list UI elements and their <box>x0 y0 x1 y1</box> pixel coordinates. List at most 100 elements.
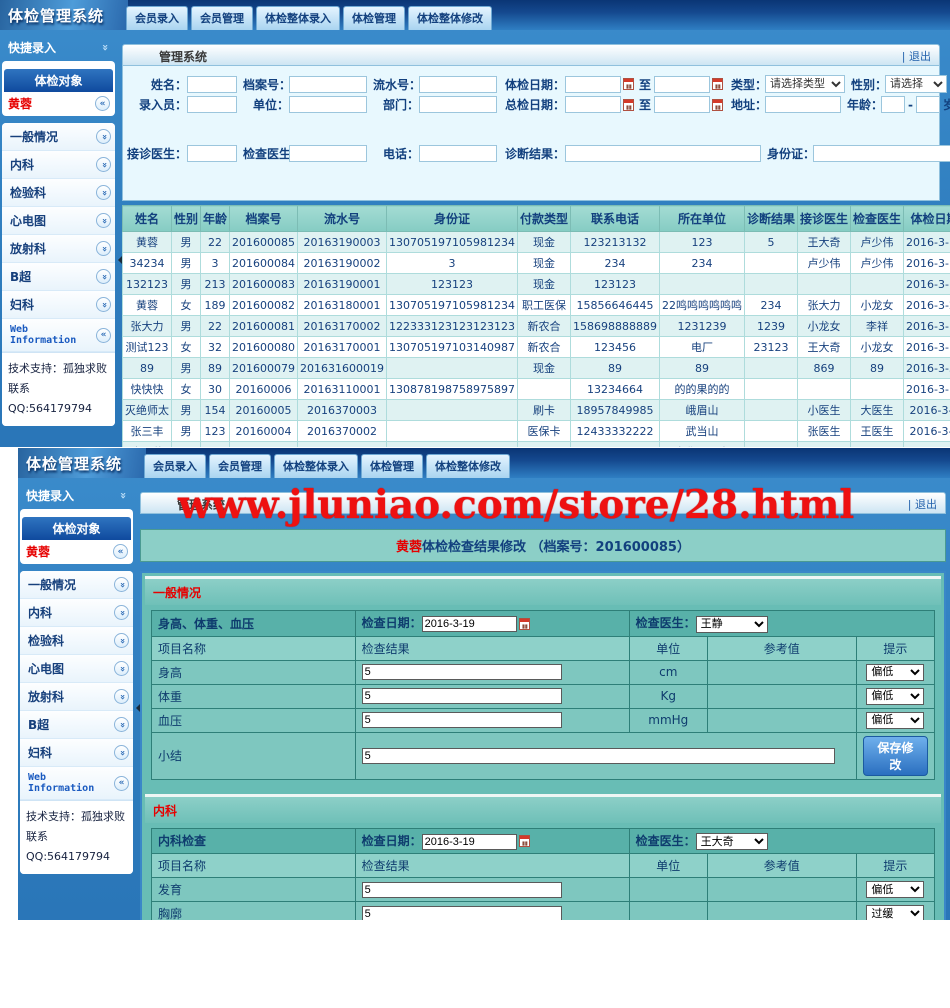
doctor-select[interactable]: 王静 <box>696 616 768 633</box>
member-item[interactable]: 黄蓉 « <box>22 540 131 562</box>
sidebar-item[interactable]: 一般情况» <box>2 123 115 151</box>
sidebar-item[interactable]: 检验科» <box>2 179 115 207</box>
nav-tab[interactable]: 会员管理 <box>209 454 271 478</box>
chevron-double-down-icon[interactable]: » <box>114 717 129 732</box>
nav-tab[interactable]: 体检整体录入 <box>274 454 358 478</box>
chevron-double-down-icon[interactable]: » <box>96 157 111 172</box>
nav-tab[interactable]: 体检整体录入 <box>256 6 340 30</box>
chevron-double-down-icon[interactable]: » <box>114 661 129 676</box>
serial-no-input[interactable] <box>419 76 497 93</box>
summary-input[interactable] <box>362 748 835 764</box>
entry-clerk-input[interactable] <box>187 96 237 113</box>
cell: 男 <box>172 232 201 253</box>
collapse-left-icon[interactable]: « <box>95 96 110 111</box>
exam-date-to-input[interactable] <box>654 76 710 93</box>
calendar-icon[interactable] <box>519 835 530 847</box>
cell: 2016370002 <box>298 421 387 442</box>
cell: 宣化区二中 <box>660 442 745 448</box>
final-date-to-input[interactable] <box>654 96 710 113</box>
member-item[interactable]: 黄蓉 « <box>4 92 113 114</box>
unit-input[interactable] <box>289 96 367 113</box>
cell: 小龙女 <box>851 337 904 358</box>
cell: 15833396666 <box>571 442 660 448</box>
sidebar-item[interactable]: 放射科» <box>20 683 133 711</box>
chevron-double-down-icon[interactable]: » <box>114 605 129 620</box>
chevron-double-down-icon[interactable]: » <box>114 745 129 760</box>
recv-doctor-input[interactable] <box>187 145 237 162</box>
collapse-left-icon[interactable]: « <box>114 776 129 791</box>
collapse-left-icon[interactable]: « <box>113 544 128 559</box>
chevron-double-down-icon[interactable]: » <box>114 633 129 648</box>
name-input[interactable] <box>187 76 237 93</box>
nav-tab[interactable]: 体检整体修改 <box>426 454 510 478</box>
diagnosis-input[interactable] <box>565 145 761 162</box>
type-select[interactable]: 请选择类型 <box>765 75 845 93</box>
address-input[interactable] <box>765 96 841 113</box>
collapse-left-icon[interactable]: « <box>96 328 111 343</box>
nav-tab[interactable]: 体检管理 <box>361 454 423 478</box>
chevron-double-down-icon[interactable]: » <box>114 577 129 592</box>
hint-select[interactable]: 偏低 <box>866 712 924 729</box>
id-card-input[interactable] <box>813 145 950 162</box>
age-from-input[interactable] <box>881 96 905 113</box>
final-date-from-input[interactable] <box>565 96 621 113</box>
logout-link[interactable]: | 退出 <box>908 496 937 510</box>
result-input[interactable] <box>362 882 562 898</box>
doctor-select[interactable]: 王大奇 <box>696 833 768 850</box>
chevron-double-down-icon[interactable]: » <box>114 689 129 704</box>
chevron-double-down-icon[interactable]: » <box>96 185 111 200</box>
hint-select[interactable]: 偏低 <box>866 688 924 705</box>
hint-select[interactable]: 偏低 <box>866 664 924 681</box>
phone-input[interactable] <box>419 145 497 162</box>
dept-input[interactable] <box>419 96 497 113</box>
sidebar-item[interactable]: 内科» <box>20 599 133 627</box>
calendar-icon[interactable] <box>712 78 723 90</box>
nav-tab[interactable]: 体检整体修改 <box>408 6 492 30</box>
save-button[interactable]: 保存修改 <box>863 736 928 776</box>
chevron-double-down-icon[interactable]: » <box>96 129 111 144</box>
sidebar-item-web-information[interactable]: Web Information « <box>2 319 115 352</box>
result-input[interactable] <box>362 906 562 921</box>
result-input[interactable] <box>362 712 562 728</box>
file-no-input[interactable] <box>289 76 367 93</box>
sidebar-item[interactable]: 妇科» <box>2 291 115 319</box>
result-input[interactable] <box>362 664 562 680</box>
cell: 灭绝师太 <box>123 400 172 421</box>
hint-select[interactable]: 偏低 <box>866 881 924 898</box>
hint-select[interactable]: 过缓 <box>866 905 924 920</box>
nav-tab[interactable]: 体检管理 <box>343 6 405 30</box>
sidebar-item[interactable]: 心电图» <box>2 207 115 235</box>
cell <box>387 421 518 442</box>
nav-tab[interactable]: 会员管理 <box>191 6 253 30</box>
chevron-double-down-icon[interactable]: » <box>96 213 111 228</box>
sidebar-item[interactable]: 放射科» <box>2 235 115 263</box>
sidebar-item-web-information[interactable]: Web Information « <box>20 767 133 800</box>
calendar-icon[interactable] <box>623 78 634 90</box>
nav-tab[interactable]: 会员录入 <box>144 454 206 478</box>
calendar-icon[interactable] <box>712 99 723 111</box>
nav-tab[interactable]: 会员录入 <box>126 6 188 30</box>
exam-date-input[interactable] <box>422 616 517 632</box>
calendar-icon[interactable] <box>623 99 634 111</box>
sidebar-item[interactable]: 心电图» <box>20 655 133 683</box>
chevron-double-down-icon[interactable]: » <box>96 241 111 256</box>
logout-link[interactable]: | 退出 <box>902 48 931 62</box>
gender-select[interactable]: 请选择 <box>885 75 947 93</box>
sidebar-item[interactable]: 检验科» <box>20 627 133 655</box>
chevron-double-down-icon[interactable]: » <box>96 269 111 284</box>
chevron-double-down-icon[interactable]: » <box>96 297 111 312</box>
check-doctor-input[interactable] <box>289 145 367 162</box>
calendar-icon[interactable] <box>519 618 530 630</box>
age-to-input[interactable] <box>916 96 940 113</box>
exam-date-from-input[interactable] <box>565 76 621 93</box>
sidebar-item[interactable]: B超» <box>2 263 115 291</box>
exam-date-input[interactable] <box>422 834 517 850</box>
quick-entry-header[interactable]: 快捷录入 » <box>2 30 115 61</box>
sidebar-item[interactable]: 内科» <box>2 151 115 179</box>
sidebar-item[interactable]: 一般情况» <box>20 571 133 599</box>
quick-entry-header[interactable]: 快捷录入 » <box>20 478 133 509</box>
sidebar-item[interactable]: 妇科» <box>20 739 133 767</box>
sidebar-item[interactable]: B超» <box>20 711 133 739</box>
ref-cell <box>707 902 856 921</box>
result-input[interactable] <box>362 688 562 704</box>
